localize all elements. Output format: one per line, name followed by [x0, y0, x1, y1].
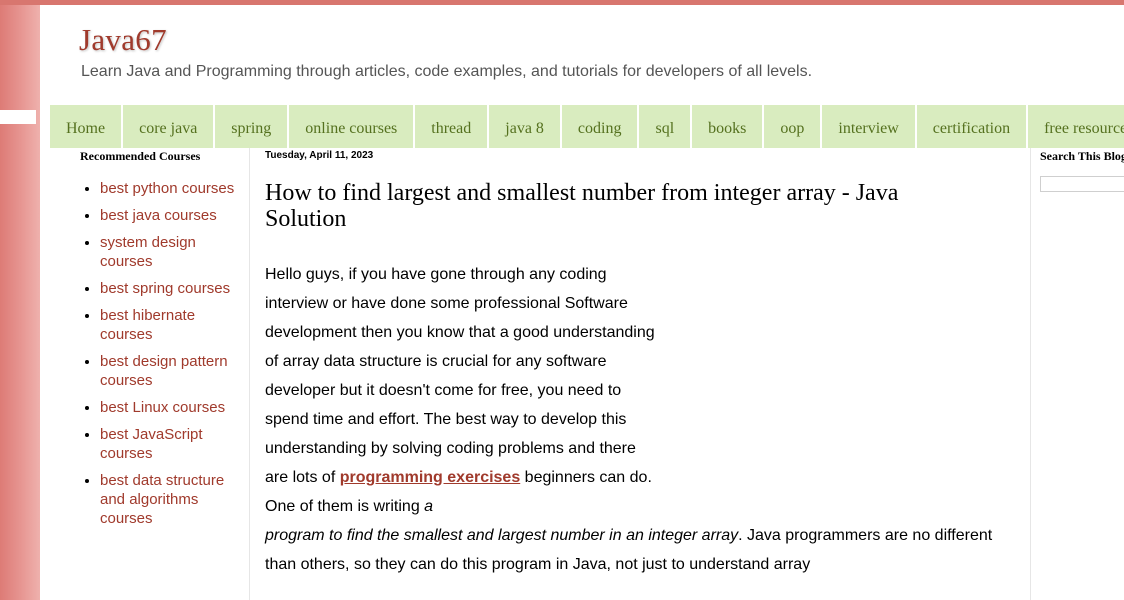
main-content: Tuesday, April 11, 2023 How to find larg… [265, 148, 1005, 579]
list-item: best data structure and algorithms cours… [100, 471, 245, 528]
nav-item-sql[interactable]: sql [639, 105, 693, 148]
list-item: system design courses [100, 233, 245, 271]
nav-item-spring[interactable]: spring [215, 105, 290, 148]
sidebar-heading: Recommended Courses [80, 149, 201, 163]
nav-item-java-8[interactable]: java 8 [489, 105, 562, 148]
blog-description: Learn Java and Programming through artic… [81, 63, 813, 80]
nav-item-oop[interactable]: oop [764, 105, 823, 148]
list-item: best java courses [100, 206, 245, 225]
nav-item-thread[interactable]: thread [415, 105, 490, 148]
list-item: best design pattern courses [100, 352, 245, 390]
list-item: best Linux courses [100, 398, 245, 417]
course-list: best python courses best java courses sy… [80, 179, 245, 528]
nav-item-home[interactable]: Home [50, 105, 124, 148]
course-link-linux[interactable]: best Linux courses [100, 399, 225, 416]
search-widget: Search This Blog [1040, 148, 1124, 192]
course-link-java[interactable]: best java courses [100, 207, 217, 224]
post-text-italic: program to find the smallest and largest… [265, 527, 739, 544]
left-edge-bar [0, 110, 36, 124]
post-date: Tuesday, April 11, 2023 [265, 150, 374, 161]
course-link-data-structure[interactable]: best data structure and algorithms cours… [100, 472, 224, 527]
column-divider-right [1030, 148, 1031, 600]
nav-item-free-resources[interactable]: free resources [1028, 105, 1124, 148]
nav-item-books[interactable]: books [692, 105, 765, 148]
sidebar-left: Recommended Courses best python courses … [80, 148, 245, 536]
course-link-design-pattern[interactable]: best design pattern courses [100, 353, 228, 389]
list-item: best JavaScript courses [100, 425, 245, 463]
search-heading: Search This Blog [1040, 149, 1124, 163]
programming-exercises-link[interactable]: programming exercises [340, 469, 521, 486]
course-link-python[interactable]: best python courses [100, 180, 234, 197]
search-input[interactable] [1040, 176, 1124, 192]
course-link-spring[interactable]: best spring courses [100, 280, 230, 297]
nav-item-core-java[interactable]: core java [123, 105, 216, 148]
post-text-italic: a [424, 498, 434, 515]
post-text: Hello guys, if you have gone through any… [265, 266, 655, 486]
course-link-system-design[interactable]: system design courses [100, 234, 196, 270]
column-divider-left [249, 148, 250, 600]
post-body: Hello guys, if you have gone through any… [265, 260, 1005, 579]
nav-item-online-courses[interactable]: online courses [289, 105, 416, 148]
list-item: best spring courses [100, 279, 245, 298]
list-item: best hibernate courses [100, 306, 245, 344]
nav-bar: Home core java spring online courses thread j… [50, 105, 1124, 148]
post-paragraph-intro: Hello guys, if you have gone through any… [265, 260, 660, 521]
nav-item-certification[interactable]: certification [917, 105, 1029, 148]
post-title[interactable]: How to find largest and smallest number … [265, 180, 985, 232]
blog-title[interactable]: Java67 [79, 22, 167, 58]
nav-item-interview[interactable]: interview [822, 105, 917, 148]
list-item: best python courses [100, 179, 245, 198]
course-link-javascript[interactable]: best JavaScript courses [100, 426, 203, 462]
course-link-hibernate[interactable]: best hibernate courses [100, 307, 195, 343]
nav-item-coding[interactable]: coding [562, 105, 640, 148]
